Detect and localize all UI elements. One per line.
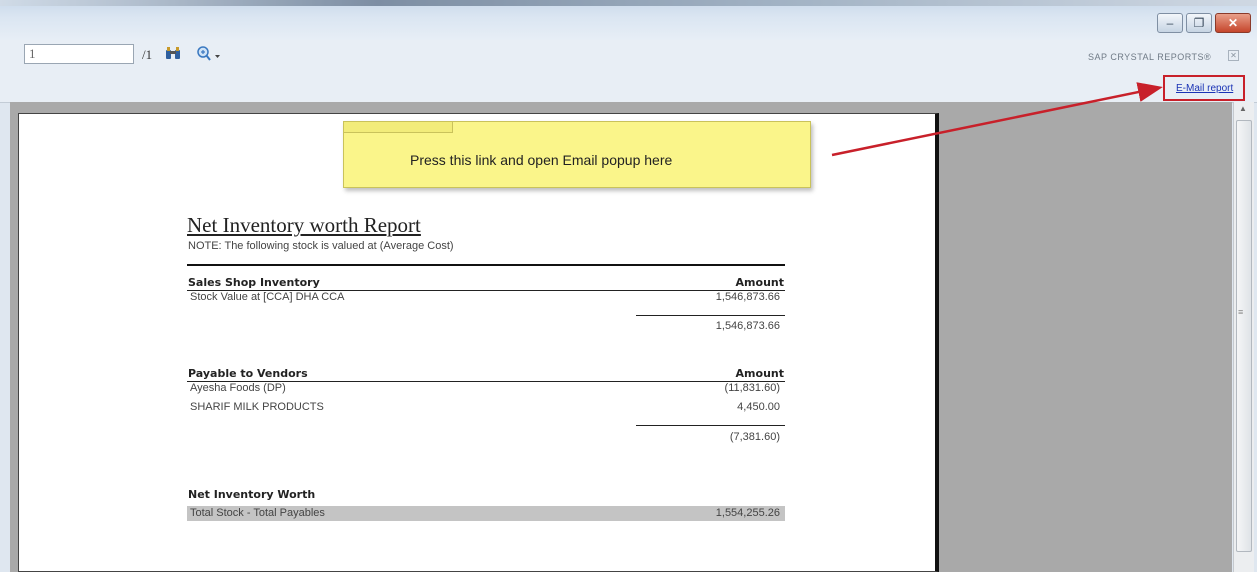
titlebar-accent-line [0, 0, 1257, 6]
sap-crystal-reports-brand: SAP CRYSTAL REPORTS® [1088, 52, 1212, 62]
section-total-amount: 1,546,873.66 [715, 320, 780, 332]
amount-header: Amount [735, 276, 784, 289]
section-total-amount: (7,381.60) [729, 431, 780, 443]
net-inventory-heading: Net Inventory Worth [188, 488, 316, 501]
annotation-text: Press this link and open Email popup her… [410, 152, 673, 168]
net-total-label: Total Stock - Total Payables [190, 507, 325, 519]
minimize-button[interactable]: – [1157, 13, 1183, 33]
report-toolbar [0, 40, 1257, 103]
report-row-amount: 1,546,873.66 [715, 291, 780, 303]
report-row-amount: 4,450.00 [737, 401, 780, 413]
scrollbar-thumb[interactable] [1236, 120, 1252, 552]
close-button[interactable]: ✕ [1215, 13, 1251, 33]
restore-button[interactable]: ❐ [1186, 13, 1212, 33]
email-link-highlight-box [1163, 75, 1245, 101]
subtotal-rule [636, 315, 785, 316]
section-heading-sales-shop: Sales Shop Inventory [188, 276, 320, 289]
scroll-grip-icon: ≡ [1238, 307, 1244, 317]
brand-close-icon[interactable]: ✕ [1228, 50, 1239, 61]
page-total-label: /1 [142, 47, 153, 62]
report-row-label: SHARIF MILK PRODUCTS [190, 401, 324, 413]
subtotal-rule [636, 425, 785, 426]
report-row-label: Ayesha Foods (DP) [190, 382, 286, 394]
section-divider [187, 264, 785, 266]
report-row-amount: (11,831.60) [724, 382, 780, 394]
vertical-scrollbar[interactable]: ▲ ≡ [1233, 102, 1254, 572]
binoculars-icon[interactable] [165, 46, 181, 64]
section-heading-payable-vendors: Payable to Vendors [188, 367, 308, 380]
page-number-input[interactable]: 1 [24, 44, 134, 64]
scroll-up-arrow-icon[interactable]: ▲ [1239, 104, 1247, 113]
sticky-note-fold [344, 122, 453, 133]
report-row-label: Stock Value at [CCA] DHA CCA [190, 291, 345, 303]
net-total-amount: 1,554,255.26 [715, 507, 780, 519]
report-title: Net Inventory worth Report [187, 213, 421, 237]
report-note: NOTE: The following stock is valued at (… [188, 240, 454, 252]
window-titlebar: – ❐ ✕ [0, 0, 1257, 41]
annotation-sticky-note: Press this link and open Email popup her… [343, 121, 811, 188]
zoom-icon[interactable] [196, 46, 222, 66]
amount-header: Amount [735, 367, 784, 380]
